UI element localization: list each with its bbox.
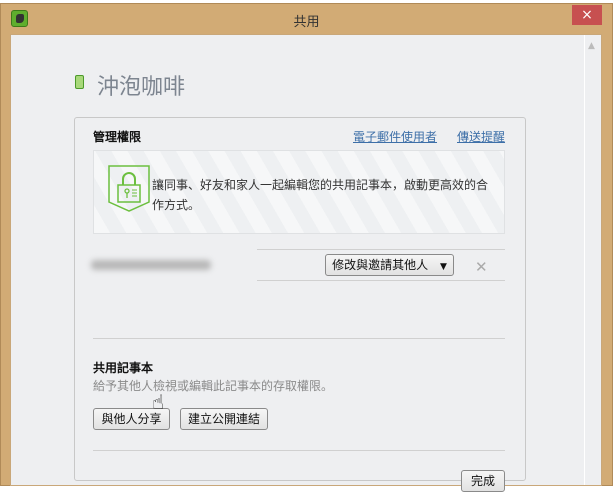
shared-notebook-heading: 共用記事本 <box>93 361 154 375</box>
lock-shield-icon <box>108 165 150 212</box>
done-button[interactable]: 完成 <box>461 470 505 492</box>
email-users-link[interactable]: 電子郵件使用者 <box>353 128 437 145</box>
window-title: 共用 <box>293 15 320 30</box>
member-permission-dropdown[interactable]: 修改與邀請其他人 ▼ <box>325 254 454 276</box>
title-bar[interactable]: 共用 × <box>1 4 612 34</box>
divider <box>257 249 505 250</box>
send-reminder-link[interactable]: 傳送提醒 <box>457 128 505 145</box>
divider <box>257 280 505 281</box>
create-public-link-button[interactable]: 建立公開連結 <box>180 408 268 430</box>
share-dialog-window: 共用 × ▲ 沖泡咖啡 管理權限 電子郵件使用者 傳送提醒 讓同事、好友和家人一… <box>0 3 613 492</box>
divider <box>93 450 505 451</box>
dialog-content: ▲ 沖泡咖啡 管理權限 電子郵件使用者 傳送提醒 讓同事、好友和家人一起編輯您的… <box>10 34 602 492</box>
chevron-down-icon: ▼ <box>439 262 447 272</box>
member-email-blurred <box>91 260 211 270</box>
close-button[interactable]: × <box>572 5 602 25</box>
notebook-icon <box>75 75 84 89</box>
promo-text: 讓同事、好友和家人一起編輯您的共用記事本，啟動更高效的合作方式。 <box>152 178 489 212</box>
shared-notebook-description: 給予其他人檢視或編輯此記事本的存取權限。 <box>93 379 334 393</box>
divider <box>93 338 505 339</box>
hand-cursor-icon: ☝ <box>152 390 165 414</box>
sharing-panel: 管理權限 電子郵件使用者 傳送提醒 讓同事、好友和家人一起編輯您的共用記事本，啟… <box>74 117 526 492</box>
remove-member-icon[interactable]: ✕ <box>475 258 488 276</box>
permissions-heading: 管理權限 <box>93 130 142 144</box>
promo-banner: 讓同事、好友和家人一起編輯您的共用記事本，啟動更高效的合作方式。 <box>93 150 505 234</box>
notebook-title: 沖泡咖啡 <box>97 75 186 100</box>
scrollbar[interactable]: ▲ <box>584 35 601 485</box>
dropdown-label: 修改與邀請其他人 <box>332 258 429 272</box>
scroll-up-icon[interactable]: ▲ <box>588 41 595 51</box>
